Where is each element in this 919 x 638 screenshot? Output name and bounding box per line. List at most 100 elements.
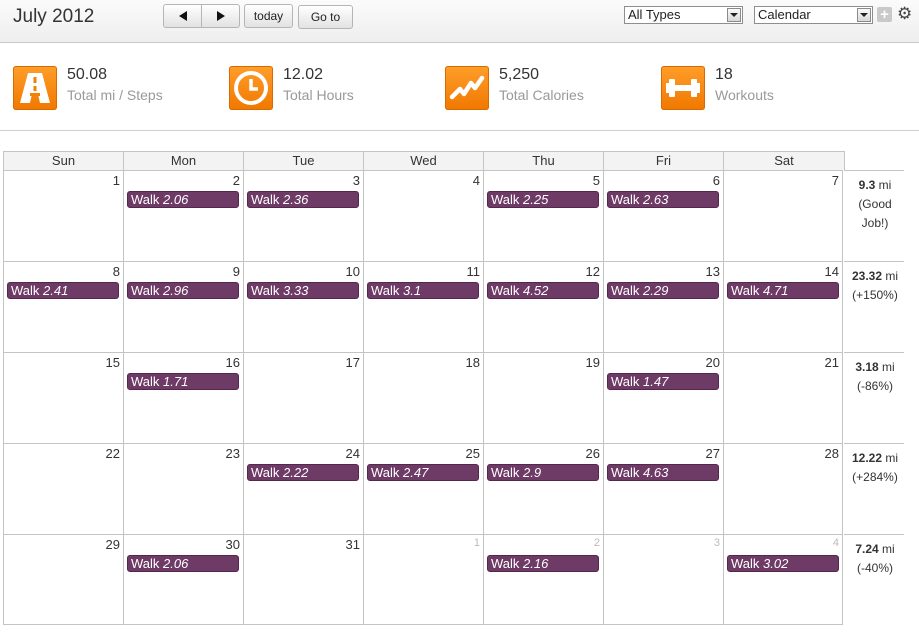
day-number: 9 [232, 264, 240, 279]
workout-event[interactable]: Walk 1.71 [127, 373, 239, 390]
event-distance: 4.71 [763, 283, 789, 298]
section-divider [0, 130, 919, 131]
day-cell[interactable]: 2 Walk 2.16 [483, 534, 603, 625]
workout-event[interactable]: Walk 2.47 [367, 464, 479, 481]
chevron-down-icon [727, 8, 741, 22]
workout-event[interactable]: Walk 2.41 [7, 282, 119, 299]
workout-event[interactable]: Walk 4.71 [727, 282, 839, 299]
week-summary-text: 7.24 mi (-40%) [845, 540, 905, 578]
workout-event[interactable]: Walk 2.63 [607, 191, 719, 208]
day-cell[interactable]: 17 [243, 352, 363, 443]
day-number: 26 [585, 446, 600, 461]
day-cell[interactable]: 10 Walk 3.33 [243, 261, 363, 352]
day-cell[interactable]: 22 [3, 443, 123, 534]
prev-month-button[interactable] [163, 4, 202, 28]
week-total-unit: mi [882, 542, 895, 556]
day-cell[interactable]: 26 Walk 2.9 [483, 443, 603, 534]
workout-event[interactable]: Walk 3.33 [247, 282, 359, 299]
day-cell[interactable]: 25 Walk 2.47 [363, 443, 483, 534]
event-type: Walk [611, 192, 640, 207]
day-cell[interactable]: 16 Walk 1.71 [123, 352, 243, 443]
workout-event[interactable]: Walk 2.16 [487, 555, 599, 572]
day-cell[interactable]: 11 Walk 3.1 [363, 261, 483, 352]
day-cell[interactable]: 21 [723, 352, 843, 443]
day-cell[interactable]: 3 [603, 534, 723, 625]
day-cell[interactable]: 14 Walk 4.71 [723, 261, 843, 352]
day-cell[interactable]: 6 Walk 2.63 [603, 170, 723, 261]
day-cell[interactable]: 12 Walk 4.52 [483, 261, 603, 352]
day-cell[interactable]: 4 Walk 3.02 [723, 534, 843, 625]
day-cell[interactable]: 31 [243, 534, 363, 625]
weekday-label: Fri [604, 152, 724, 170]
day-cell[interactable]: 23 [123, 443, 243, 534]
workout-event[interactable]: Walk 4.63 [607, 464, 719, 481]
workout-event[interactable]: Walk 4.52 [487, 282, 599, 299]
event-type: Walk [731, 556, 760, 571]
week-total-unit: mi [885, 451, 899, 465]
week-change: (-40%) [856, 561, 893, 575]
event-distance: 3.1 [403, 283, 422, 298]
day-cell[interactable]: 1 [3, 170, 123, 261]
view-value: Calendar [758, 7, 811, 22]
event-type: Walk [131, 283, 160, 298]
event-type: Walk [371, 465, 400, 480]
day-cell[interactable]: 20 Walk 1.47 [603, 352, 723, 443]
today-button[interactable]: today [244, 4, 293, 28]
day-cell[interactable]: 15 [3, 352, 123, 443]
week-row: 15 16 Walk 1.71 17 18 19 20 Walk 1.47 21 [3, 352, 844, 443]
stat-label: Total Calories [499, 87, 584, 103]
view-select[interactable]: Calendar [754, 6, 873, 24]
day-cell[interactable]: 24 Walk 2.22 [243, 443, 363, 534]
event-distance: 2.06 [163, 192, 189, 207]
workout-event[interactable]: Walk 1.47 [607, 373, 719, 390]
workout-type-value: All Types [628, 7, 681, 22]
day-cell[interactable]: 1 [363, 534, 483, 625]
day-cell[interactable]: 19 [483, 352, 603, 443]
day-cell[interactable]: 7 [723, 170, 843, 261]
workout-event[interactable]: Walk 2.06 [127, 555, 239, 572]
event-distance: 2.41 [43, 283, 69, 298]
day-number: 16 [225, 355, 240, 370]
workout-event[interactable]: Walk 2.25 [487, 191, 599, 208]
day-cell[interactable]: 4 [363, 170, 483, 261]
day-number: 10 [345, 264, 360, 279]
add-icon[interactable]: + [877, 7, 892, 22]
week-total: 3.18 mi [845, 358, 905, 377]
workout-event[interactable]: Walk 2.06 [127, 191, 239, 208]
day-cell[interactable]: 30 Walk 2.06 [123, 534, 243, 625]
day-cell[interactable]: 2 Walk 2.06 [123, 170, 243, 261]
day-cell[interactable]: 13 Walk 2.29 [603, 261, 723, 352]
day-cell[interactable]: 29 [3, 534, 123, 625]
week-total: 12.22 mi [845, 449, 905, 468]
day-cell[interactable]: 18 [363, 352, 483, 443]
workout-event[interactable]: Walk 2.22 [247, 464, 359, 481]
day-cell[interactable]: 8 Walk 2.41 [3, 261, 123, 352]
workout-event[interactable]: Walk 2.9 [487, 464, 599, 481]
event-distance: 2.47 [403, 465, 429, 480]
workout-type-select[interactable]: All Types [624, 6, 743, 24]
workout-event[interactable]: Walk 2.36 [247, 191, 359, 208]
day-cell[interactable]: 27 Walk 4.63 [603, 443, 723, 534]
day-number: 3 [352, 173, 360, 188]
week-row: 29 30 Walk 2.06 31 1 2 Walk 2.16 3 4 Walk 3.02 [3, 534, 844, 625]
day-number: 2 [593, 537, 600, 549]
workout-event[interactable]: Walk 3.1 [367, 282, 479, 299]
next-month-button[interactable] [202, 4, 240, 28]
week-total-value: 9.3 [858, 178, 876, 192]
gear-icon[interactable]: ⚙ [897, 4, 912, 24]
day-cell[interactable]: 5 Walk 2.25 [483, 170, 603, 261]
event-type: Walk [251, 465, 280, 480]
day-number: 13 [705, 264, 720, 279]
goto-button[interactable]: Go to [298, 5, 353, 29]
day-number: 17 [345, 355, 360, 370]
workout-event[interactable]: Walk 2.29 [607, 282, 719, 299]
workout-event[interactable]: Walk 2.96 [127, 282, 239, 299]
event-distance: 4.52 [523, 283, 549, 298]
day-cell[interactable]: 9 Walk 2.96 [123, 261, 243, 352]
workout-event[interactable]: Walk 3.02 [727, 555, 839, 572]
day-number: 5 [592, 173, 600, 188]
day-cell[interactable]: 28 [723, 443, 843, 534]
toolbar: July 2012 today Go to All Types Calendar… [0, 0, 919, 43]
day-cell[interactable]: 3 Walk 2.36 [243, 170, 363, 261]
day-number: 28 [824, 446, 839, 461]
